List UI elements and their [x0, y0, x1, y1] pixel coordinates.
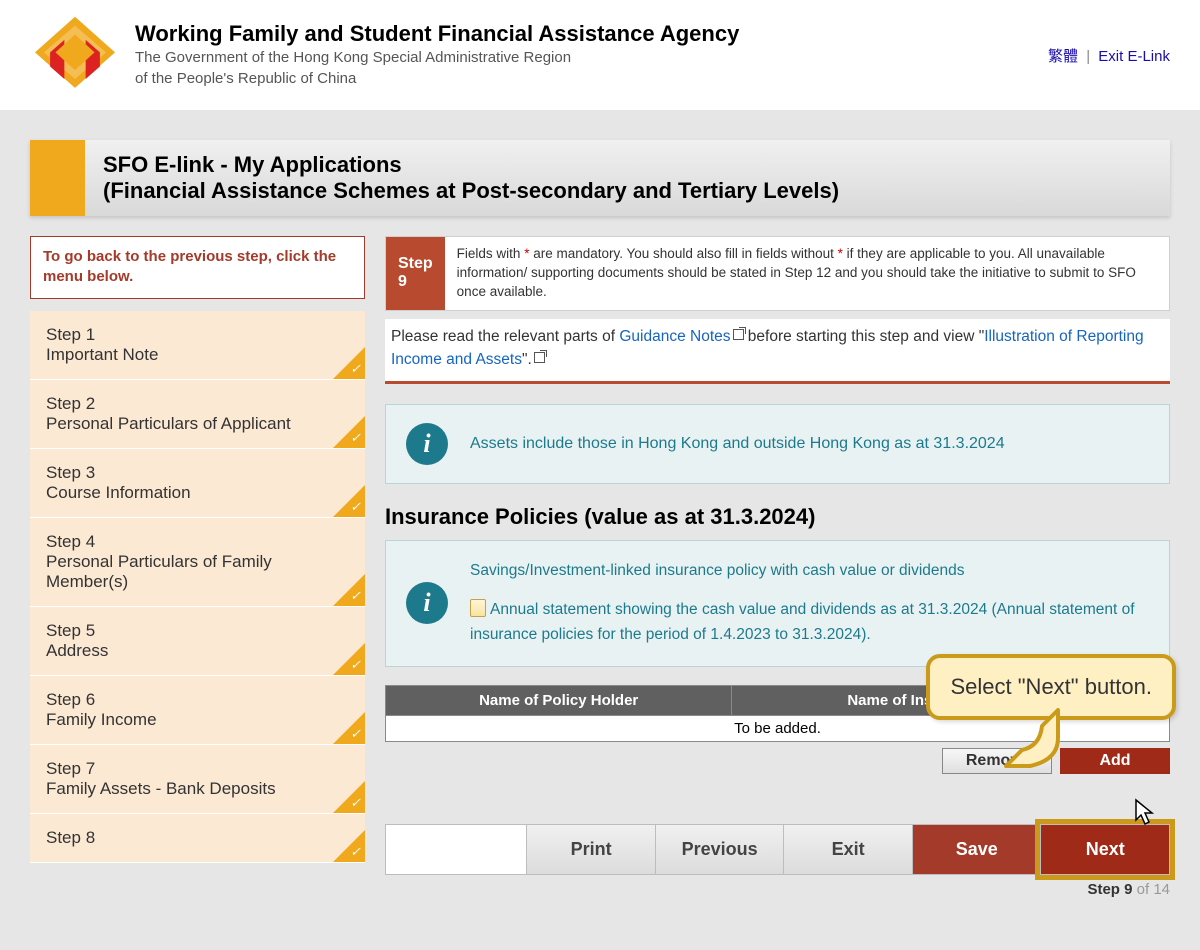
sidebar-step-4[interactable]: Step 4Personal Particulars of Family Mem… [30, 518, 365, 607]
agency-sub2: of the People's Republic of China [135, 68, 739, 89]
page-title-accent [30, 140, 85, 216]
agency-title: Working Family and Student Financial Ass… [135, 21, 739, 47]
external-link-icon [733, 329, 744, 340]
sidebar-step-8[interactable]: Step 8✓ [30, 814, 365, 863]
sidebar-step-5[interactable]: Step 5Address✓ [30, 607, 365, 676]
pager: Step 9 of 14 [385, 875, 1170, 918]
step-num: Step 7 [46, 759, 349, 779]
next-button-label: Next [1086, 839, 1125, 859]
page-title-text: SFO E-link - My Applications (Financial … [85, 140, 1170, 216]
banner-text-before: Fields with [457, 246, 525, 261]
section-heading: Insurance Policies (value as at 31.3.202… [385, 504, 1170, 530]
checkmark-icon: ✓ [350, 430, 361, 446]
instruction-text: Select "Next" button. [950, 674, 1152, 699]
checkmark-icon: ✓ [350, 588, 361, 604]
main-content: Step 9 Fields with * are mandatory. You … [385, 236, 1170, 918]
callout-tail-icon [1000, 708, 1060, 768]
checkmark-icon: ✓ [350, 726, 361, 742]
exit-elink-link[interactable]: Exit E-Link [1098, 48, 1170, 65]
step-num: Step 6 [46, 690, 349, 710]
insurance-line1: Savings/Investment-linked insurance poli… [470, 559, 1149, 584]
step-num: Step 3 [46, 463, 349, 483]
app-header: Working Family and Student Financial Ass… [0, 0, 1200, 110]
guidance-text: Please read the relevant parts of Guidan… [385, 319, 1170, 385]
insurance-callout: i Savings/Investment-linked insurance po… [385, 540, 1170, 666]
step-num: Step 8 [46, 828, 349, 848]
agency-logo-icon [30, 15, 120, 95]
guidance-post: ". [522, 351, 532, 368]
header-left: Working Family and Student Financial Ass… [30, 15, 739, 95]
checkmark-icon: ✓ [350, 657, 361, 673]
insurance-line2-wrap: Annual statement showing the cash value … [470, 598, 1149, 648]
footer-spacer [386, 825, 526, 874]
info-callout-assets: i Assets include those in Hong Kong and … [385, 404, 1170, 484]
page-title-line2: (Financial Assistance Schemes at Post-se… [103, 178, 1152, 204]
step-label: Important Note [46, 345, 349, 365]
external-link-icon [534, 352, 545, 363]
save-button[interactable]: Save [912, 825, 1041, 874]
guidance-mid: before starting this step and view " [744, 328, 985, 345]
step-banner: Step 9 Fields with * are mandatory. You … [385, 236, 1170, 311]
guidance-pre: Please read the relevant parts of [391, 328, 619, 345]
print-button[interactable]: Print [526, 825, 655, 874]
previous-button[interactable]: Previous [655, 825, 784, 874]
sidebar-step-3[interactable]: Step 3Course Information✓ [30, 449, 365, 518]
insurance-line2: Annual statement showing the cash value … [470, 601, 1135, 643]
checkmark-icon: ✓ [350, 844, 361, 860]
lang-switch-link[interactable]: 繁體 [1048, 48, 1078, 65]
checkmark-icon: ✓ [350, 499, 361, 515]
page-title-bar: SFO E-link - My Applications (Financial … [30, 140, 1170, 216]
table-header-policy-holder: Name of Policy Holder [386, 685, 732, 715]
banner-text-mid: are mandatory. You should also fill in f… [529, 246, 837, 261]
step-label: Personal Particulars of Family Member(s) [46, 552, 349, 592]
add-button[interactable]: Add [1060, 748, 1170, 774]
step-label: Address [46, 641, 349, 661]
step-label: Personal Particulars of Applicant [46, 414, 349, 434]
info-message: Assets include those in Hong Kong and ou… [470, 435, 1005, 453]
step-num: Step 5 [46, 621, 349, 641]
sidebar-step-1[interactable]: Step 1Important Note✓ [30, 311, 365, 380]
sidebar-step-7[interactable]: Step 7Family Assets - Bank Deposits✓ [30, 745, 365, 814]
step-label: Family Assets - Bank Deposits [46, 779, 349, 799]
step-label: Course Information [46, 483, 349, 503]
pager-total: of 14 [1132, 881, 1170, 898]
step-label: Family Income [46, 710, 349, 730]
header-text: Working Family and Student Financial Ass… [135, 21, 739, 89]
separator: | [1086, 48, 1090, 65]
step-num: Step 1 [46, 325, 349, 345]
sidebar-hint: To go back to the previous step, click t… [30, 236, 365, 299]
sidebar: To go back to the previous step, click t… [30, 236, 365, 918]
info-icon: i [406, 423, 448, 465]
guidance-notes-link[interactable]: Guidance Notes [619, 328, 743, 345]
info-icon: i [406, 582, 448, 624]
insurance-body: Savings/Investment-linked insurance poli… [470, 559, 1149, 647]
sidebar-step-6[interactable]: Step 6Family Income✓ [30, 676, 365, 745]
step-banner-text: Fields with * are mandatory. You should … [445, 237, 1169, 310]
page-title-line1: SFO E-link - My Applications [103, 152, 1152, 178]
checkmark-icon: ✓ [350, 361, 361, 377]
footer-bar: Print Previous Exit Save Next [385, 824, 1170, 875]
step-num: Step 2 [46, 394, 349, 414]
step-banner-badge: Step 9 [386, 237, 445, 310]
agency-sub1: The Government of the Hong Kong Special … [135, 47, 739, 68]
document-icon [470, 599, 486, 617]
step-num: Step 4 [46, 532, 349, 552]
header-links: 繁體 | Exit E-Link [1048, 45, 1170, 66]
checkmark-icon: ✓ [350, 795, 361, 811]
sidebar-step-2[interactable]: Step 2Personal Particulars of Applicant✓ [30, 380, 365, 449]
next-button[interactable]: Next [1040, 825, 1169, 874]
pager-current: Step 9 [1087, 881, 1132, 898]
exit-button[interactable]: Exit [783, 825, 912, 874]
